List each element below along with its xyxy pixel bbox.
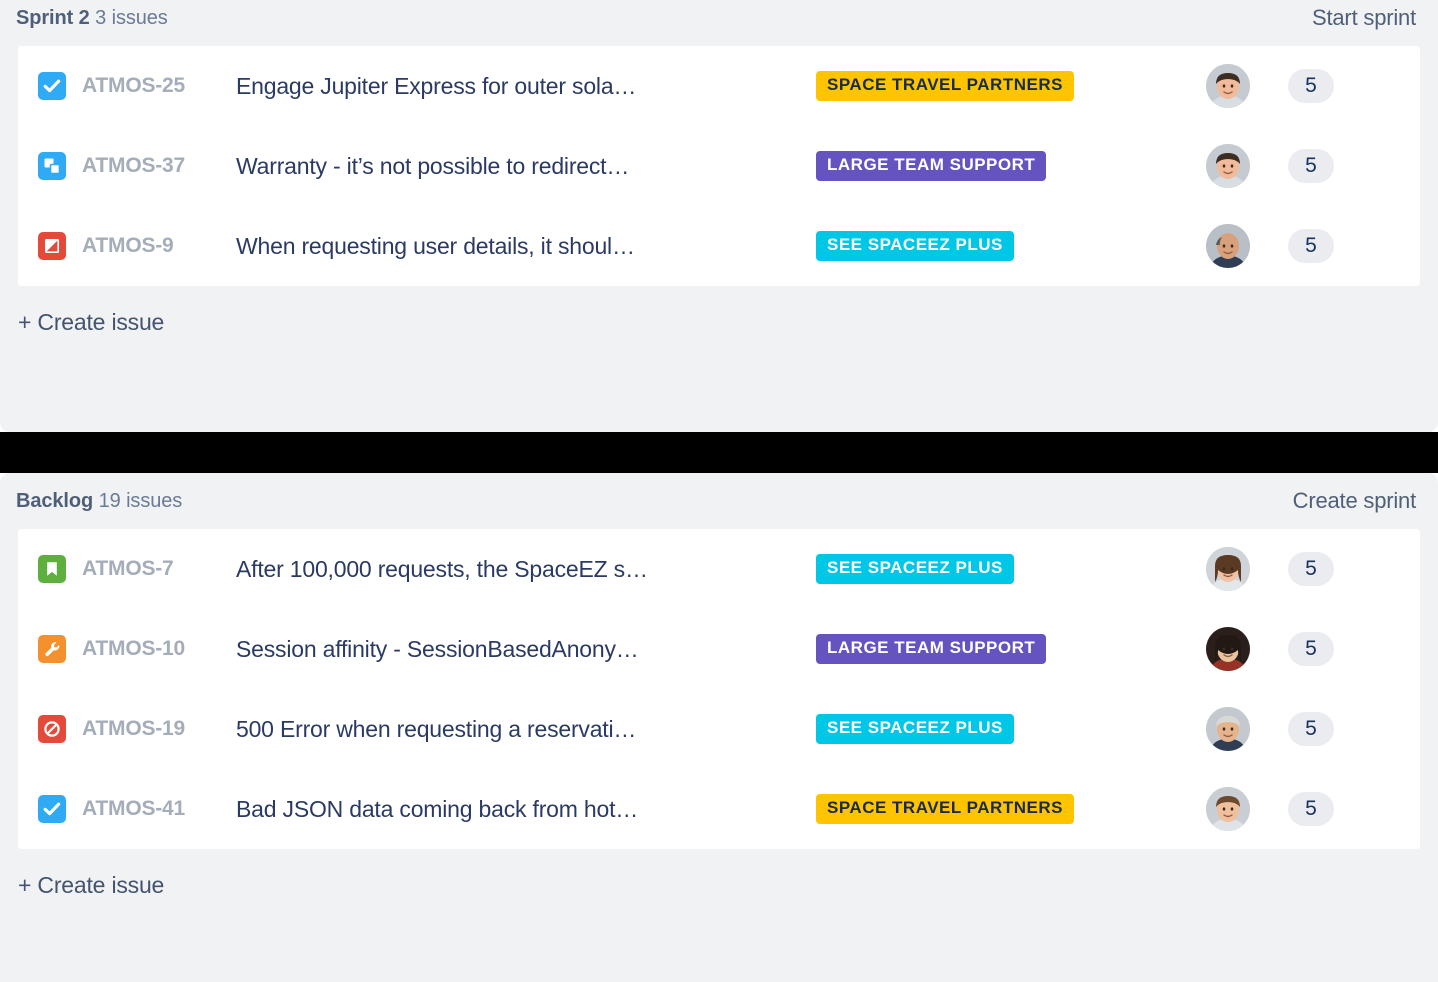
section-separator-band xyxy=(0,432,1438,473)
issue-row[interactable]: ATMOS-10 Session affinity - SessionBasedA… xyxy=(18,609,1420,689)
issue-summary[interactable]: Bad JSON data coming back from hot… xyxy=(236,796,816,823)
epic-label-wrap: SEE SPACEEZ PLUS xyxy=(816,554,1206,584)
issue-key[interactable]: ATMOS-19 xyxy=(82,717,236,741)
create-sprint-button[interactable]: Create sprint xyxy=(1289,486,1420,516)
avatar[interactable] xyxy=(1206,224,1250,268)
story-points-badge[interactable]: 5 xyxy=(1288,552,1334,586)
issue-row[interactable]: ATMOS-7 After 100,000 requests, the Space… xyxy=(18,529,1420,609)
story-points-badge[interactable]: 5 xyxy=(1288,712,1334,746)
sprint-create-issue-button[interactable]: + Create issue xyxy=(0,286,182,358)
sprint-board-panel: Sprint 2 3 issues Start sprint ATMOS-25 E… xyxy=(0,0,1438,432)
issue-row[interactable]: ATMOS-9 When requesting user details, it … xyxy=(18,206,1420,286)
epic-label-wrap: LARGE TEAM SUPPORT xyxy=(816,634,1206,664)
epic-label[interactable]: SEE SPACEEZ PLUS xyxy=(816,714,1014,744)
story-points-badge[interactable]: 5 xyxy=(1288,792,1334,826)
epic-label-wrap: SPACE TRAVEL PARTNERS xyxy=(816,71,1206,101)
issue-row[interactable]: ATMOS-25 Engage Jupiter Express for outer… xyxy=(18,46,1420,126)
issue-row[interactable]: ATMOS-37 Warranty - it’s not possible to … xyxy=(18,126,1420,206)
backlog-create-issue-button[interactable]: + Create issue xyxy=(0,849,182,921)
backlog-issue-count: 19 issues xyxy=(98,489,183,512)
issue-key[interactable]: ATMOS-9 xyxy=(82,234,236,258)
epic-label-wrap: SEE SPACEEZ PLUS xyxy=(816,714,1206,744)
issue-row[interactable]: ATMOS-41 Bad JSON data coming back from h… xyxy=(18,769,1420,849)
epic-label[interactable]: SPACE TRAVEL PARTNERS xyxy=(816,71,1074,101)
story-points-badge[interactable]: 5 xyxy=(1288,149,1334,183)
epic-label[interactable]: SEE SPACEEZ PLUS xyxy=(816,231,1014,261)
story-points-badge[interactable]: 5 xyxy=(1288,69,1334,103)
issue-summary[interactable]: Session affinity - SessionBasedAnony… xyxy=(236,636,816,663)
blocked-circle-icon xyxy=(38,715,66,743)
backlog-screen: Sprint 2 3 issues Start sprint ATMOS-25 E… xyxy=(0,0,1438,982)
backlog-issue-list: ATMOS-7 After 100,000 requests, the Space… xyxy=(18,529,1420,849)
backlog-section-header: Backlog 19 issues Create sprint xyxy=(0,473,1438,529)
issue-summary[interactable]: Engage Jupiter Express for outer sola… xyxy=(236,73,816,100)
issue-summary[interactable]: 500 Error when requesting a reservati… xyxy=(236,716,816,743)
epic-label[interactable]: LARGE TEAM SUPPORT xyxy=(816,634,1047,664)
sprint-title-group: Sprint 2 3 issues xyxy=(16,7,168,30)
epic-label-wrap: LARGE TEAM SUPPORT xyxy=(816,151,1206,181)
story-points-badge[interactable]: 5 xyxy=(1288,229,1334,263)
epic-label-wrap: SEE SPACEEZ PLUS xyxy=(816,231,1206,261)
backlog-board-panel: Backlog 19 issues Create sprint ATMOS-7 A… xyxy=(0,473,1438,982)
story-bookmark-icon xyxy=(38,555,66,583)
issue-summary[interactable]: Warranty - it’s not possible to redirect… xyxy=(236,153,816,180)
sprint-issue-count: 3 issues xyxy=(95,6,168,29)
improvement-wrench-icon xyxy=(38,635,66,663)
story-points-badge[interactable]: 5 xyxy=(1288,632,1334,666)
sprint-section-header: Sprint 2 3 issues Start sprint xyxy=(0,0,1438,46)
issue-key[interactable]: ATMOS-7 xyxy=(82,557,236,581)
start-sprint-button[interactable]: Start sprint xyxy=(1308,3,1420,33)
issue-summary[interactable]: When requesting user details, it shoul… xyxy=(236,233,816,260)
backlog-name: Backlog xyxy=(16,489,94,512)
avatar[interactable] xyxy=(1206,64,1250,108)
epic-label-wrap: SPACE TRAVEL PARTNERS xyxy=(816,794,1206,824)
sprint-issue-list: ATMOS-25 Engage Jupiter Express for outer… xyxy=(18,46,1420,286)
issue-key[interactable]: ATMOS-41 xyxy=(82,797,236,821)
bug-square-icon xyxy=(38,232,66,260)
epic-label[interactable]: SPACE TRAVEL PARTNERS xyxy=(816,794,1074,824)
avatar[interactable] xyxy=(1206,627,1250,671)
avatar[interactable] xyxy=(1206,144,1250,188)
epic-label[interactable]: SEE SPACEEZ PLUS xyxy=(816,554,1014,584)
epic-label[interactable]: LARGE TEAM SUPPORT xyxy=(816,151,1047,181)
issue-key[interactable]: ATMOS-10 xyxy=(82,637,236,661)
sprint-name: Sprint 2 xyxy=(16,6,90,29)
issue-summary[interactable]: After 100,000 requests, the SpaceEZ s… xyxy=(236,556,816,583)
subtask-icon xyxy=(38,152,66,180)
issue-key[interactable]: ATMOS-37 xyxy=(82,154,236,178)
avatar[interactable] xyxy=(1206,787,1250,831)
issue-key[interactable]: ATMOS-25 xyxy=(82,74,236,98)
issue-row[interactable]: ATMOS-19 500 Error when requesting a rese… xyxy=(18,689,1420,769)
task-checkmark-icon xyxy=(38,72,66,100)
backlog-title-group: Backlog 19 issues xyxy=(16,490,182,513)
avatar[interactable] xyxy=(1206,707,1250,751)
avatar[interactable] xyxy=(1206,547,1250,591)
task-checkmark-icon xyxy=(38,795,66,823)
